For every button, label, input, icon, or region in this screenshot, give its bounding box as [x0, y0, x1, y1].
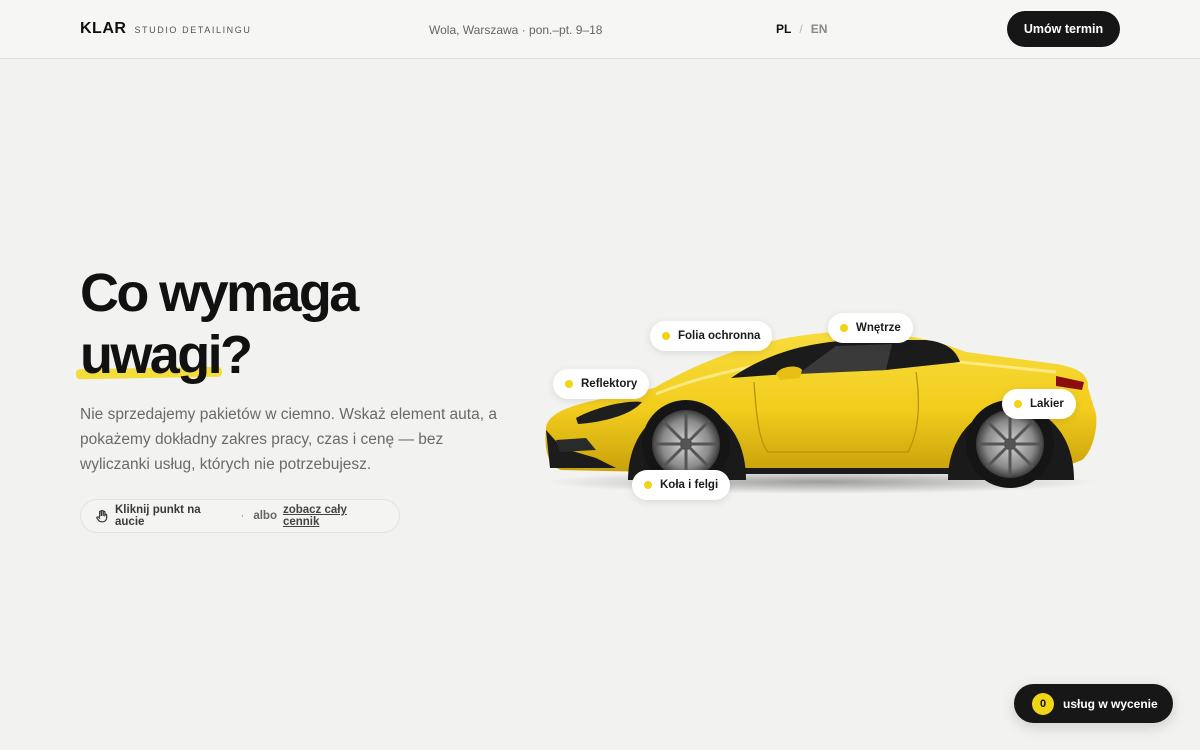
page-headline: Co wymaga uwagi? — [80, 262, 359, 386]
hotspot-dot — [644, 481, 652, 489]
book-appointment-button[interactable]: Umów termin — [1007, 11, 1120, 47]
hint-or: albo — [253, 510, 277, 522]
lang-en-link[interactable]: EN — [811, 22, 828, 36]
hand-pointer-icon — [95, 509, 109, 523]
full-pricelist-link[interactable]: zobacz cały cennik — [283, 504, 385, 528]
lead-paragraph: Nie sprzedajemy pakietów w ciemno. Wskaż… — [80, 406, 497, 473]
hotspot-dot — [565, 380, 573, 388]
hotspot-wnetrze[interactable]: Wnętrze — [828, 313, 913, 343]
hotspot-label: Wnętrze — [856, 322, 901, 334]
headline-line-2: uwagi? — [80, 324, 357, 386]
hotspot-label: Koła i felgi — [660, 479, 719, 491]
logo-subtitle: STUDIO DETAILINGU — [134, 25, 252, 35]
hotspot-label: Folia ochronna — [678, 330, 761, 342]
hotspot-lakier[interactable]: Lakier — [1002, 389, 1076, 419]
cart-label: usług w wycenie — [1063, 696, 1158, 711]
hotspot-kola-i-felgi[interactable]: Koła i felgi — [632, 470, 731, 500]
hotspot-dot — [662, 332, 670, 340]
hotspot-dot — [1014, 400, 1022, 408]
cart-count-badge: 0 — [1032, 692, 1054, 715]
hotspot-label: Reflektory — [581, 378, 638, 390]
highlighted-word: uwagi — [80, 325, 223, 385]
headline-line-1: Co wymaga — [80, 263, 359, 323]
hotspot-dot — [840, 324, 848, 332]
logo-mark: KLAR — [80, 20, 127, 37]
hint-pill: Kliknij punkt na aucie · albo zobacz cał… — [80, 499, 400, 533]
language-switcher: PL / EN — [776, 22, 827, 36]
headline-question-mark: ? — [220, 325, 253, 385]
logo[interactable]: KLAR STUDIO DETAILINGU — [80, 20, 251, 38]
lang-separator: / — [799, 22, 803, 36]
location-hours: Wola, Warszawa · pon.–pt. 9–18 — [429, 23, 603, 37]
hint-separator: · — [240, 510, 245, 522]
hotspot-label: Lakier — [1030, 398, 1064, 410]
site-header: KLAR STUDIO DETAILINGU Wola, Warszawa · … — [0, 0, 1200, 59]
quote-cart-button[interactable]: 0 usług w wycenie — [1014, 684, 1173, 723]
hotspot-reflektory[interactable]: Reflektory — [553, 369, 650, 399]
hotspot-folia-ochronna[interactable]: Folia ochronna — [650, 321, 773, 351]
hint-text: Kliknij punkt na aucie — [115, 504, 201, 528]
lang-pl-link[interactable]: PL — [776, 22, 791, 36]
